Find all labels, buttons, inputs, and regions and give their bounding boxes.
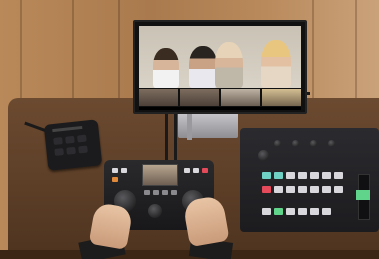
switcher-button (310, 186, 319, 193)
pad-key (65, 135, 75, 144)
monitor-program-view (139, 26, 301, 88)
switcher-button (298, 208, 307, 215)
thumbnail (262, 89, 301, 106)
switcher-button (334, 172, 343, 179)
switcher-button (262, 208, 271, 215)
controller-screen (142, 164, 178, 186)
controller-button (171, 190, 177, 195)
controller-button (193, 168, 199, 173)
pad-key (77, 134, 87, 143)
switcher-button (322, 186, 331, 193)
knob (328, 140, 335, 147)
switcher-button (286, 172, 295, 179)
monitor-thumbnail-strip (139, 89, 301, 106)
switcher-button (274, 172, 283, 179)
monitor-stand-neck (187, 110, 192, 140)
video-switcher (240, 128, 379, 232)
person-figure (261, 40, 291, 88)
person-figure (153, 48, 179, 88)
pad-key (78, 145, 88, 154)
stream-deck-pad (43, 119, 103, 171)
switcher-button (298, 186, 307, 193)
switcher-button (298, 172, 307, 179)
knob (292, 140, 299, 147)
controller-button (112, 168, 118, 173)
switcher-button (334, 186, 343, 193)
knob (310, 140, 317, 147)
cable (165, 110, 168, 165)
thumbnail (221, 89, 260, 106)
pad-key (54, 148, 64, 156)
pad-key (53, 137, 63, 145)
t-bar-handle (356, 190, 370, 200)
pad-logo-strip (52, 125, 83, 133)
thumbnail (180, 89, 219, 106)
switcher-button (322, 208, 331, 215)
monitor-label-bar (139, 107, 301, 110)
knob (258, 150, 269, 161)
controller-button (144, 190, 150, 195)
switcher-button (322, 172, 331, 179)
controller-button (153, 190, 159, 195)
switcher-button (262, 172, 271, 179)
controller-button (121, 168, 127, 173)
thumbnail (139, 89, 178, 106)
controller-button (112, 177, 118, 182)
controller-button (162, 190, 168, 195)
cable (174, 110, 177, 162)
knob (274, 140, 281, 147)
person-figure (189, 46, 217, 88)
switcher-button (274, 186, 283, 193)
switcher-button (274, 208, 283, 215)
controller-button (184, 168, 190, 173)
switcher-button (262, 186, 271, 193)
monitor (133, 20, 307, 114)
switcher-button (310, 172, 319, 179)
zoom-dial (148, 204, 162, 218)
switcher-button (286, 186, 295, 193)
pad-key (66, 146, 76, 155)
controller-button (202, 168, 208, 173)
photo-scene (0, 0, 379, 259)
switcher-button (310, 208, 319, 215)
person-figure (215, 42, 243, 88)
switcher-button (286, 208, 295, 215)
